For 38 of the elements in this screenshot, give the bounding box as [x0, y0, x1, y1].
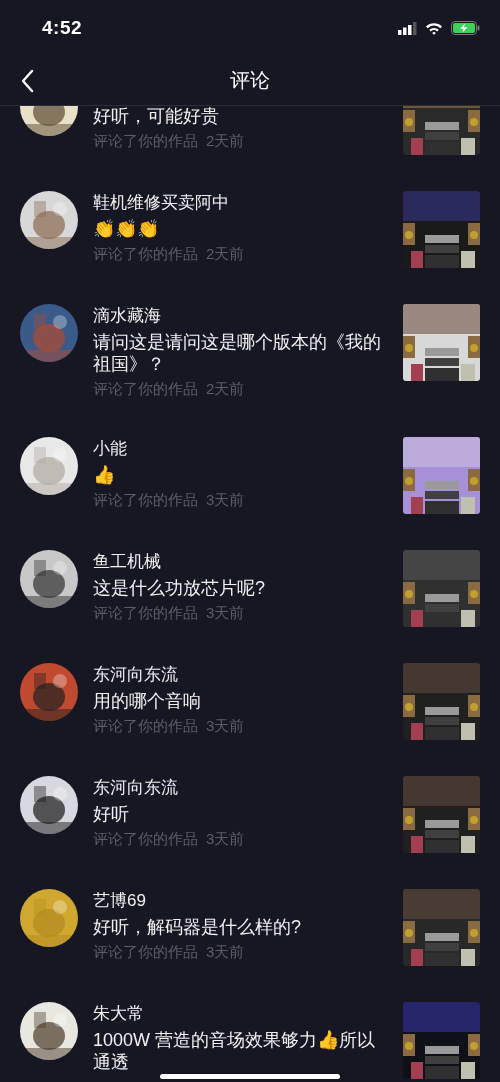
user-name[interactable]: 鞋机维修买卖阿中 [93, 191, 229, 215]
time-ago: 3天前 [206, 829, 245, 849]
time-ago: 3天前 [206, 716, 245, 736]
activity-label: 评论了你的作品 [93, 716, 198, 736]
comment-text: 请问这是请问这是哪个版本的《我的祖国》？ [93, 331, 382, 375]
time-ago: 2天前 [206, 244, 245, 264]
activity-label: 评论了你的作品 [93, 379, 198, 399]
activity-label: 评论了你的作品 [93, 829, 198, 849]
user-name[interactable]: 艺博69 [93, 889, 146, 913]
page-title: 评论 [230, 68, 270, 93]
time-ago: 2天前 [206, 131, 245, 151]
user-name[interactable]: 东河向东流 [93, 776, 178, 800]
status-time: 4:52 [42, 17, 83, 39]
comment-text: 好听 [93, 803, 129, 825]
comment-text: 好听，解码器是什么样的? [93, 916, 301, 938]
activity-label: 评论了你的作品 [93, 490, 198, 510]
comment-text: 用的哪个音响 [93, 690, 201, 712]
time-ago: 3天前 [206, 603, 245, 623]
comment-text: 1000W 营造的音场效果够力👍所以通透 [93, 1029, 377, 1073]
comment-text: 👏👏👏 [93, 218, 159, 240]
time-ago: 2天前 [206, 379, 245, 399]
wifi-icon [425, 21, 443, 35]
battery-charging-icon [451, 21, 480, 35]
comment-text: 👍 [93, 464, 115, 486]
user-name[interactable]: 鱼工机械 [93, 550, 161, 574]
activity-label: 评论了你的作品 [93, 603, 198, 623]
user-name[interactable]: 东河向东流 [93, 663, 178, 687]
time-ago: 3天前 [206, 490, 245, 510]
time-ago: 3天前 [206, 942, 245, 962]
activity-label: 评论了你的作品 [93, 244, 198, 264]
user-name[interactable]: 小能 [93, 437, 127, 461]
user-name[interactable]: 滴水藏海 [93, 304, 161, 328]
comment-text: 好听，可能好贵 [93, 106, 219, 127]
signal-icon [398, 21, 417, 35]
activity-label: 评论了你的作品 [93, 131, 198, 151]
user-name[interactable]: 朱大常 [93, 1002, 144, 1026]
activity-label: 评论了你的作品 [93, 942, 198, 962]
comment-text: 这是什么功放芯片呢? [93, 577, 265, 599]
